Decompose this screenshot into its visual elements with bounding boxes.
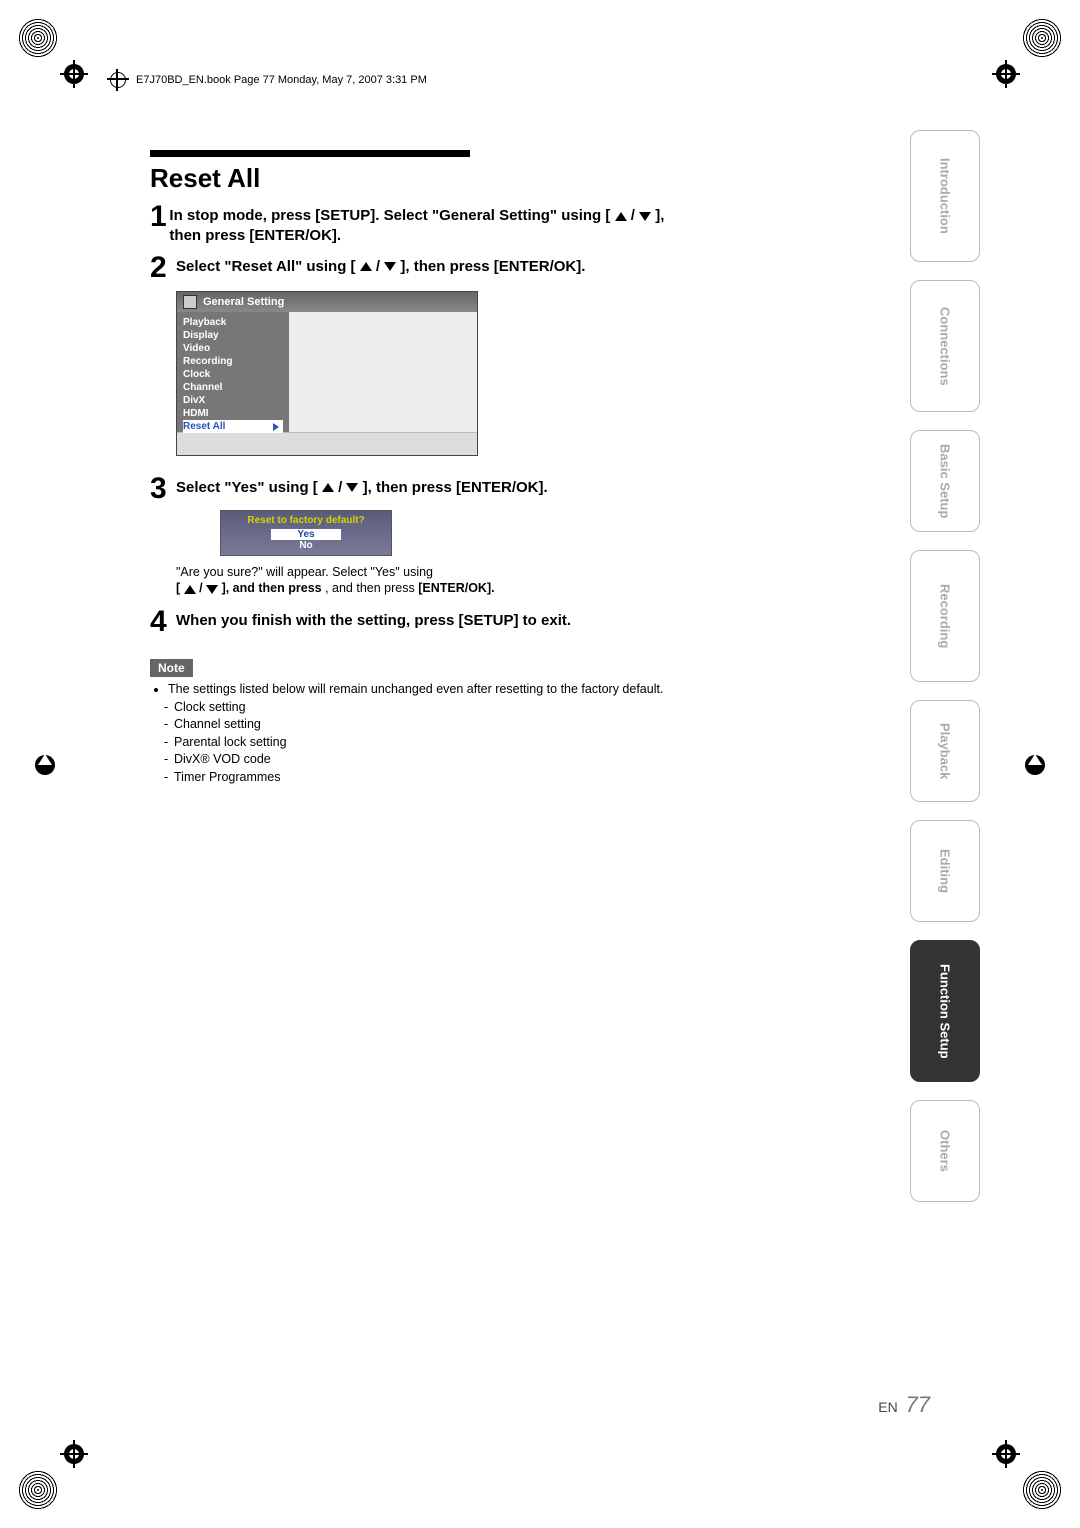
up-arrow-icon	[360, 262, 372, 271]
osd-menu: Playback Display Video Recording Clock C…	[177, 312, 289, 432]
dialog-title: Reset to factory default?	[221, 515, 391, 526]
note-item: Channel setting	[164, 716, 670, 734]
osd-footer	[177, 432, 477, 455]
tab-basic-setup[interactable]: Basic Setup	[910, 430, 980, 532]
note-item: Parental lock setting	[164, 734, 670, 752]
step-text: ], then press [ENTER/OK].	[363, 479, 548, 496]
tab-label: Introduction	[938, 158, 953, 234]
crop-mark-icon	[60, 1440, 88, 1468]
down-arrow-icon	[206, 585, 218, 594]
down-arrow-icon	[346, 483, 358, 492]
osd-item: Channel	[183, 381, 283, 394]
corner-sunburst	[18, 1470, 58, 1510]
tab-label: Function Setup	[938, 964, 953, 1059]
crop-mark-icon	[992, 1440, 1020, 1468]
down-arrow-icon	[384, 262, 396, 271]
step-number: 1	[150, 202, 169, 247]
osd-item: Video	[183, 342, 283, 355]
header-text: E7J70BD_EN.book Page 77 Monday, May 7, 2…	[136, 74, 427, 86]
note-intro: The settings listed below will remain un…	[168, 681, 670, 699]
explain-part: [	[176, 581, 180, 595]
side-crop-arrow-icon	[1020, 750, 1050, 780]
tab-label: Connections	[938, 307, 953, 386]
step-text: /	[376, 258, 384, 275]
up-arrow-icon	[615, 212, 627, 221]
tab-others[interactable]: Others	[910, 1100, 980, 1202]
page-number: EN 77	[878, 1392, 930, 1418]
dialog-option-yes: Yes	[271, 529, 341, 540]
tab-connections[interactable]: Connections	[910, 280, 980, 412]
tab-label: Recording	[938, 584, 953, 648]
explain-part: [ENTER/OK].	[418, 581, 494, 595]
osd-screenshot: General Setting Playback Display Video R…	[176, 291, 478, 456]
corner-sunburst	[18, 18, 58, 58]
up-arrow-icon	[184, 585, 196, 594]
explain-part: /	[199, 581, 206, 595]
explain-part: , and then press	[325, 581, 418, 595]
crop-mark-icon	[992, 60, 1020, 88]
tab-label: Others	[938, 1130, 953, 1172]
explain-text: "Are you sure?" will appear. Select "Yes…	[176, 564, 670, 598]
step-3: 3 Select "Yes" using [ / ], then press […	[150, 474, 670, 504]
tab-function-setup[interactable]: Function Setup	[910, 940, 980, 1082]
osd-item: DivX	[183, 394, 283, 407]
note-item: DivX® VOD code	[164, 751, 670, 769]
dialog-option-no: No	[221, 540, 391, 551]
tab-recording[interactable]: Recording	[910, 550, 980, 682]
right-arrow-icon	[273, 423, 279, 431]
tab-introduction[interactable]: Introduction	[910, 130, 980, 262]
step-text: /	[631, 207, 639, 224]
note-heading: Note	[150, 659, 193, 677]
osd-selected-label: Reset All	[183, 421, 225, 432]
step-text: Select "Reset All" using [	[176, 258, 356, 275]
osd-content-area	[289, 312, 477, 432]
osd-title-bar: General Setting	[177, 292, 477, 312]
step-4: 4 When you finish with the setting, pres…	[150, 607, 670, 637]
step-text: In stop mode, press [SETUP]. Select "Gen…	[169, 207, 610, 224]
tab-label: Playback	[938, 723, 953, 779]
osd-item: HDMI	[183, 407, 283, 420]
corner-sunburst	[1022, 1470, 1062, 1510]
tab-label: Editing	[938, 849, 953, 893]
osd-item-selected: Reset All	[183, 420, 283, 433]
print-header: E7J70BD_EN.book Page 77 Monday, May 7, 2…	[110, 72, 740, 88]
wrench-icon	[183, 295, 197, 309]
osd-item: Recording	[183, 355, 283, 368]
step-text: ], then press [ENTER/OK].	[400, 258, 585, 275]
step-text: /	[338, 479, 346, 496]
step-number: 3	[150, 474, 176, 504]
osd-title-text: General Setting	[203, 296, 284, 308]
osd-item: Display	[183, 329, 283, 342]
confirm-dialog: Reset to factory default? Yes No	[220, 510, 392, 556]
step-1: 1 In stop mode, press [SETUP]. Select "G…	[150, 202, 670, 247]
target-icon	[110, 72, 126, 88]
note-item: Timer Programmes	[164, 769, 670, 787]
tab-label: Basic Setup	[938, 444, 953, 518]
tab-editing[interactable]: Editing	[910, 820, 980, 922]
explain-part: ], and then press	[222, 581, 326, 595]
step-text: When you finish with the setting, press …	[176, 607, 571, 637]
osd-item: Playback	[183, 316, 283, 329]
osd-item: Clock	[183, 368, 283, 381]
step-number: 2	[150, 253, 176, 283]
page-num-value: 77	[906, 1392, 930, 1417]
page-title: Reset All	[150, 163, 670, 194]
side-crop-arrow-icon	[30, 750, 60, 780]
note-item: Clock setting	[164, 699, 670, 717]
side-tabs: Introduction Connections Basic Setup Rec…	[910, 130, 980, 1202]
corner-sunburst	[1022, 18, 1062, 58]
title-rule	[150, 150, 470, 157]
down-arrow-icon	[639, 212, 651, 221]
crop-mark-icon	[60, 60, 88, 88]
page-lang: EN	[878, 1399, 897, 1415]
step-number: 4	[150, 607, 176, 637]
note-list: The settings listed below will remain un…	[150, 681, 670, 786]
step-text: Select "Yes" using [	[176, 479, 318, 496]
tab-playback[interactable]: Playback	[910, 700, 980, 802]
step-2: 2 Select "Reset All" using [ / ], then p…	[150, 253, 670, 283]
up-arrow-icon	[322, 483, 334, 492]
explain-part: "Are you sure?" will appear. Select "Yes…	[176, 565, 433, 579]
